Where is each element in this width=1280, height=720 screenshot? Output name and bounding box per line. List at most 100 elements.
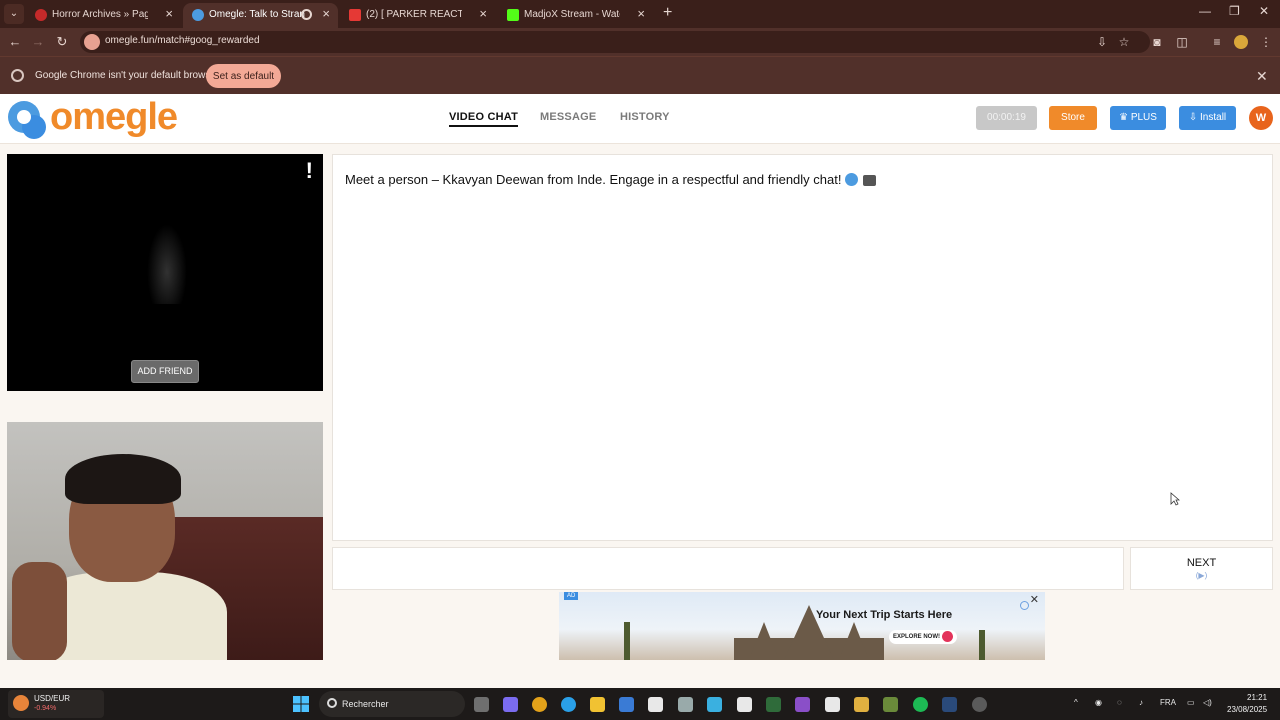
spotify-icon[interactable]	[913, 697, 928, 712]
windows-start-icon[interactable]	[293, 696, 309, 712]
minimize-icon[interactable]: —	[1199, 4, 1211, 18]
extensions-icon[interactable]: ◫	[1174, 34, 1190, 50]
close-icon[interactable]: ✕	[1030, 593, 1039, 606]
ad-info-icon[interactable]	[1020, 601, 1029, 610]
app-icon[interactable]	[766, 697, 781, 712]
camera-in-use-icon[interactable]: ◙	[1149, 34, 1165, 50]
self-video	[7, 422, 323, 660]
close-icon[interactable]: ×	[322, 7, 330, 21]
tray-app-icon[interactable]: ◌	[1117, 698, 1122, 707]
nav-video-chat[interactable]: VIDEO CHAT	[449, 111, 519, 127]
address-bar[interactable]: omegle.fun/match#goog_rewarded	[80, 31, 1150, 53]
nav-history[interactable]: HISTORY	[620, 111, 670, 123]
avatar[interactable]: W	[1249, 106, 1273, 130]
ad-banner[interactable]: AD ✕ Your Next Trip Starts Here EXPLORE …	[559, 592, 1045, 660]
session-timer: 00:00:19	[976, 106, 1037, 130]
close-icon[interactable]: ✕	[1256, 68, 1268, 85]
edge-icon[interactable]	[561, 697, 576, 712]
youtube-icon	[349, 9, 361, 21]
stranger-video: ! ADD FRIEND	[7, 154, 323, 391]
omegle-logo-text[interactable]: omegle	[50, 96, 178, 139]
taskbar-search[interactable]: Rechercher	[319, 691, 465, 717]
document-icon[interactable]	[737, 697, 752, 712]
site-info-icon[interactable]	[84, 34, 100, 50]
globe-icon	[845, 173, 859, 186]
store-icon[interactable]	[619, 697, 634, 712]
nav-message[interactable]: MESSAGE	[540, 111, 596, 123]
tab-madjox-stream[interactable]: MadjoX Stream - Watch Live on ×	[498, 3, 653, 28]
download-icon: ⇩	[1188, 112, 1201, 123]
install-button[interactable]: ⇩ Install	[1179, 106, 1236, 130]
tray-app-icon[interactable]: ◉	[1095, 698, 1102, 707]
chrome-icon[interactable]	[532, 697, 547, 712]
app-icon[interactable]	[972, 697, 987, 712]
play-icon: (▶)	[1195, 571, 1208, 580]
stock-icon	[13, 695, 29, 711]
task-view-icon[interactable]	[474, 697, 489, 712]
mouse-cursor-icon	[1170, 492, 1180, 506]
tab-parker-reaction[interactable]: (2) [ PARKER REACTION [ PART ×	[340, 3, 495, 28]
tab-horror-archives[interactable]: Horror Archives » Page 2 of 175 ×	[26, 3, 181, 28]
new-tab-button[interactable]: +	[663, 4, 672, 22]
copilot-icon[interactable]	[503, 697, 518, 712]
document-icon[interactable]	[648, 697, 663, 712]
steam-icon[interactable]	[942, 697, 957, 712]
close-icon[interactable]: ×	[479, 7, 487, 21]
profile-icon[interactable]	[1234, 35, 1248, 49]
kebab-menu-icon[interactable]: ⋮	[1258, 34, 1274, 50]
document-icon[interactable]	[825, 697, 840, 712]
infobar-message: Google Chrome isn't your default browser	[35, 70, 220, 81]
reload-icon[interactable]: ↻	[53, 33, 71, 51]
install-app-icon[interactable]: ⇩	[1094, 34, 1110, 50]
back-icon[interactable]: ←	[6, 33, 24, 51]
weather-widget[interactable]: USD/EUR -0.94%	[8, 690, 104, 718]
microphone-icon[interactable]: ♪	[1139, 698, 1143, 707]
system-message: Meet a person – Kkavyan Deewan from Inde…	[345, 172, 877, 187]
tab-title: MadjoX Stream - Watch Live on	[524, 9, 620, 20]
chrome-icon	[11, 69, 24, 82]
app-icon[interactable]	[795, 697, 810, 712]
tab-omegle[interactable]: Omegle: Talk to Strangers with ×	[183, 3, 338, 28]
maximize-icon[interactable]: ❐	[1229, 4, 1240, 18]
network-icon[interactable]: ▭	[1187, 698, 1195, 707]
install-label: Install	[1200, 112, 1227, 123]
omegle-icon	[192, 9, 204, 21]
app-icon[interactable]	[707, 697, 722, 712]
default-browser-infobar: Google Chrome isn't your default browser…	[0, 56, 1280, 94]
search-icon	[327, 698, 337, 708]
window-close-icon[interactable]: ✕	[1259, 4, 1269, 18]
omegle-logo-icon[interactable]	[6, 99, 48, 139]
search-placeholder: Rechercher	[342, 699, 389, 709]
ad-cta-button[interactable]: EXPLORE NOW!	[889, 630, 958, 644]
add-friend-button[interactable]: ADD FRIEND	[131, 360, 199, 383]
tab-search-button[interactable]: ⌄	[4, 4, 24, 24]
plus-button[interactable]: ♛ PLUS	[1110, 106, 1166, 130]
clock-time[interactable]: 21:21	[1247, 693, 1267, 702]
language-indicator[interactable]: FRA	[1160, 698, 1176, 707]
bookmark-star-icon[interactable]: ☆	[1116, 34, 1132, 50]
kick-icon	[507, 9, 519, 21]
widget-value: -0.94%	[34, 705, 57, 712]
chat-input[interactable]	[332, 547, 1124, 590]
store-button[interactable]: Store	[1049, 106, 1097, 130]
media-controls-icon[interactable]: ≡	[1209, 34, 1225, 50]
app-icon[interactable]	[678, 697, 693, 712]
app-icon[interactable]	[854, 697, 869, 712]
close-icon[interactable]: ×	[165, 7, 173, 21]
clock-date[interactable]: 23/08/2025	[1227, 705, 1267, 714]
url-text[interactable]: omegle.fun/match#goog_rewarded	[105, 35, 260, 46]
set-default-button[interactable]: Set as default	[206, 64, 281, 88]
next-button[interactable]: NEXT (▶)	[1130, 547, 1273, 590]
next-label: NEXT	[1186, 557, 1217, 569]
ad-badge: AD	[564, 592, 579, 600]
file-explorer-icon[interactable]	[590, 697, 605, 712]
app-icon[interactable]	[883, 697, 898, 712]
palm-tree-image	[979, 630, 985, 660]
video-camera-icon	[863, 175, 877, 186]
close-icon[interactable]: ×	[637, 7, 645, 21]
volume-icon[interactable]: ◁)	[1203, 698, 1212, 707]
system-message-text: Meet a person – Kkavyan Deewan from Inde…	[345, 172, 842, 187]
forward-icon[interactable]: →	[29, 33, 47, 51]
report-icon[interactable]: !	[306, 158, 313, 184]
chevron-up-icon[interactable]: ^	[1074, 698, 1078, 707]
